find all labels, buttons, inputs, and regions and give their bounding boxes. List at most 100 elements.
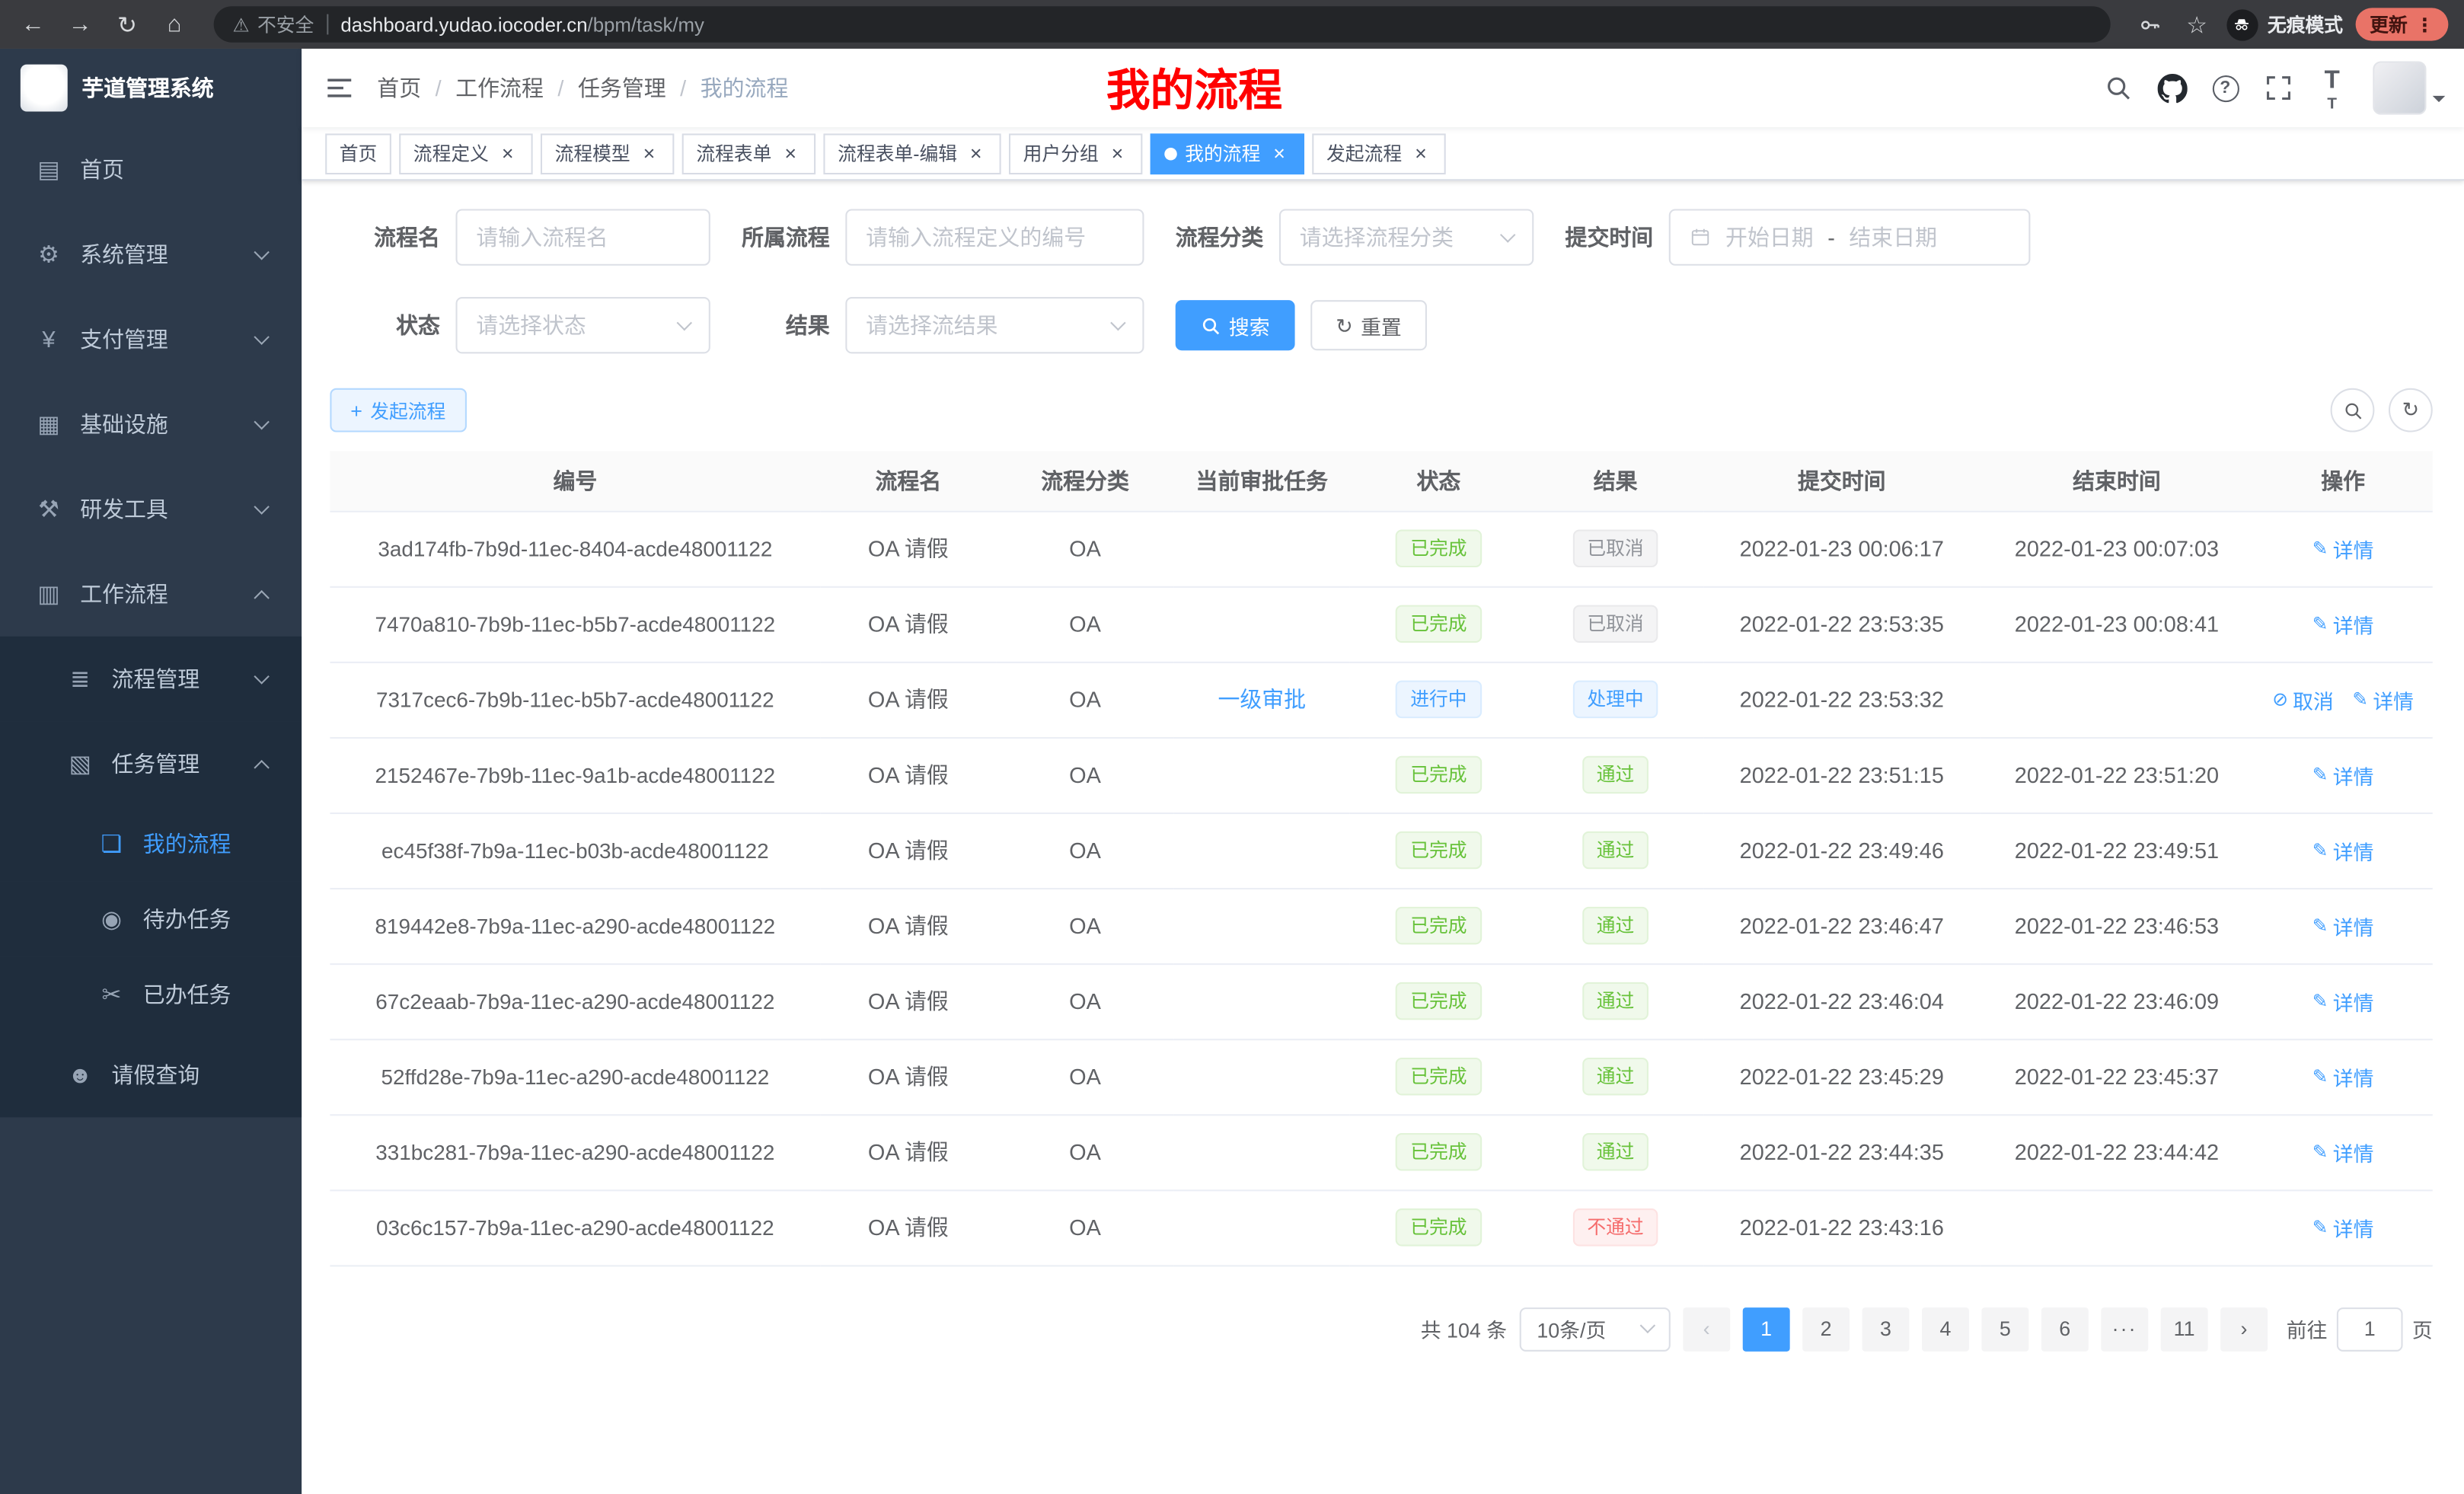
sidebar-item-leave-query[interactable]: ☻ 请假查询 bbox=[0, 1033, 302, 1117]
user-menu[interactable] bbox=[2373, 61, 2445, 114]
update-label: 更新 bbox=[2370, 11, 2408, 37]
address-bar[interactable]: ⚠ 不安全 dashboard.yudao.iocoder.cn/bpm/tas… bbox=[214, 6, 2111, 42]
page-button-2[interactable]: 2 bbox=[1802, 1307, 1850, 1351]
sidebar-item-label: 支付管理 bbox=[80, 324, 168, 355]
close-icon[interactable]: × bbox=[1409, 142, 1431, 164]
cell-end-time: 2022-01-22 23:51:20 bbox=[1980, 737, 2253, 812]
breadcrumb-item-home[interactable]: 首页 bbox=[377, 72, 421, 104]
font-size-icon[interactable]: TT bbox=[2313, 68, 2351, 109]
cell-status: 已完成 bbox=[1350, 888, 1527, 963]
page-button-5[interactable]: 5 bbox=[1981, 1307, 2028, 1351]
jump-page-input[interactable] bbox=[2337, 1307, 2403, 1351]
close-icon[interactable]: × bbox=[965, 142, 987, 164]
sidebar-item-system[interactable]: ⚙ 系统管理 bbox=[0, 212, 302, 297]
page-button-4[interactable]: 4 bbox=[1922, 1307, 1969, 1351]
sidebar-item-devtools[interactable]: ⚒ 研发工具 bbox=[0, 467, 302, 551]
detail-button[interactable]: ✎详情 bbox=[2352, 685, 2414, 714]
back-button[interactable]: ← bbox=[16, 7, 50, 41]
home-button[interactable]: ⌂ bbox=[157, 7, 191, 41]
page-button-3[interactable]: 3 bbox=[1862, 1307, 1910, 1351]
detail-button[interactable]: ✎详情 bbox=[2312, 1137, 2374, 1167]
close-icon[interactable]: × bbox=[638, 142, 660, 164]
sidebar-item-todo-tasks[interactable]: ◉ 待办任务 bbox=[0, 882, 302, 957]
create-process-button[interactable]: + 发起流程 bbox=[330, 388, 466, 433]
breadcrumb-item-workflow[interactable]: 工作流程 bbox=[455, 72, 544, 104]
end-date-input[interactable] bbox=[1844, 225, 1942, 250]
prev-page-button[interactable]: ‹ bbox=[1683, 1307, 1730, 1351]
detail-button[interactable]: ✎详情 bbox=[2312, 1061, 2374, 1091]
start-date-input[interactable] bbox=[1721, 225, 1818, 250]
sidebar-item-infra[interactable]: ▦ 基础设施 bbox=[0, 382, 302, 467]
reset-button[interactable]: ↻ 重置 bbox=[1310, 300, 1427, 350]
cell-category: OA bbox=[996, 586, 1173, 662]
cell-actions: ✎详情 bbox=[2253, 888, 2432, 963]
tag-process-form[interactable]: 流程表单 × bbox=[682, 132, 815, 174]
close-icon[interactable]: × bbox=[780, 142, 802, 164]
refresh-table-button[interactable]: ↻ bbox=[2389, 388, 2433, 433]
close-icon[interactable]: × bbox=[1106, 142, 1128, 164]
submit-time-range[interactable]: - bbox=[1669, 209, 2031, 265]
cell-submit-time: 2022-01-22 23:45:29 bbox=[1703, 1039, 1980, 1114]
update-button[interactable]: 更新 ⋮ bbox=[2356, 8, 2449, 40]
status-select[interactable]: 请选择状态 bbox=[456, 297, 710, 353]
tag-label: 发起流程 bbox=[1326, 140, 1402, 167]
reload-button[interactable]: ↻ bbox=[110, 7, 144, 41]
chevron-icon bbox=[254, 759, 269, 774]
search-button[interactable]: 搜索 bbox=[1176, 300, 1295, 350]
forward-button[interactable]: → bbox=[63, 7, 97, 41]
page-size-select[interactable]: 10条/页 bbox=[1520, 1307, 1671, 1351]
refresh-icon: ↻ bbox=[2402, 397, 2420, 423]
category-label: 流程分类 bbox=[1176, 222, 1264, 253]
detail-button[interactable]: ✎详情 bbox=[2312, 986, 2374, 1016]
result-badge: 已取消 bbox=[1573, 530, 1658, 568]
page-more-button[interactable]: ··· bbox=[2101, 1307, 2148, 1351]
close-icon[interactable]: × bbox=[1269, 142, 1291, 164]
sidebar-item-my-process[interactable]: ❏ 我的流程 bbox=[0, 806, 302, 882]
tag-process-model[interactable]: 流程模型 × bbox=[541, 132, 674, 174]
detail-button[interactable]: ✎详情 bbox=[2312, 609, 2374, 639]
cell-process-name: OA 请假 bbox=[820, 737, 996, 812]
category-select[interactable]: 请选择流程分类 bbox=[1279, 209, 1534, 265]
hamburger-icon[interactable] bbox=[302, 72, 377, 104]
detail-button[interactable]: ✎详情 bbox=[2312, 835, 2374, 865]
sidebar-item-task-mgmt[interactable]: ▧ 任务管理 bbox=[0, 721, 302, 806]
cancel-button[interactable]: ⊘取消 bbox=[2272, 685, 2334, 714]
password-key-icon[interactable] bbox=[2133, 7, 2167, 41]
detail-button[interactable]: ✎详情 bbox=[2312, 1212, 2374, 1242]
breadcrumb-item-task-mgmt[interactable]: 任务管理 bbox=[578, 72, 666, 104]
github-icon[interactable] bbox=[2153, 68, 2191, 109]
tag-process-form-edit[interactable]: 流程表单-编辑 × bbox=[824, 132, 1001, 174]
next-page-button[interactable]: › bbox=[2220, 1307, 2268, 1351]
parent-process-input[interactable] bbox=[866, 225, 1123, 250]
page-button-6[interactable]: 6 bbox=[2041, 1307, 2089, 1351]
detail-button[interactable]: ✎详情 bbox=[2312, 911, 2374, 940]
detail-button[interactable]: ✎详情 bbox=[2312, 534, 2374, 563]
result-select[interactable]: 请选择流结果 bbox=[845, 297, 1144, 353]
bookmark-star-icon[interactable]: ☆ bbox=[2179, 7, 2213, 41]
tag-start-process[interactable]: 发起流程 × bbox=[1312, 132, 1445, 174]
hide-search-button[interactable] bbox=[2331, 388, 2375, 433]
cell-process-id: 3ad174fb-7b9d-11ec-8404-acde48001122 bbox=[330, 511, 820, 586]
detail-button[interactable]: ✎详情 bbox=[2312, 760, 2374, 790]
tag-home[interactable]: 首页 bbox=[325, 132, 391, 174]
url-path: /bpm/task/my bbox=[588, 14, 704, 36]
sidebar-item-payment[interactable]: ¥ 支付管理 bbox=[0, 297, 302, 381]
process-name-input[interactable] bbox=[476, 225, 690, 250]
tag-process-definition[interactable]: 流程定义 × bbox=[399, 132, 532, 174]
tag-my-process[interactable]: 我的流程 × bbox=[1151, 132, 1304, 174]
page-button-11[interactable]: 11 bbox=[2161, 1307, 2208, 1351]
help-icon[interactable]: ? bbox=[2207, 68, 2245, 109]
tag-user-group[interactable]: 用户分组 × bbox=[1009, 132, 1142, 174]
search-icon[interactable] bbox=[2099, 68, 2137, 109]
cell-category: OA bbox=[996, 1039, 1173, 1114]
app-logo[interactable]: 芋道管理系统 bbox=[0, 49, 302, 127]
fullscreen-icon[interactable] bbox=[2260, 68, 2298, 109]
sidebar-item-done-tasks[interactable]: ✂ 已办任务 bbox=[0, 957, 302, 1033]
sidebar-item-home[interactable]: ▤ 首页 bbox=[0, 127, 302, 212]
page-button-1[interactable]: 1 bbox=[1743, 1307, 1790, 1351]
task-link[interactable]: 一级审批 bbox=[1218, 687, 1306, 712]
avatar bbox=[2373, 61, 2426, 114]
sidebar-item-workflow[interactable]: ▥ 工作流程 bbox=[0, 551, 302, 636]
close-icon[interactable]: × bbox=[496, 142, 519, 164]
sidebar-item-process-mgmt[interactable]: ≣ 流程管理 bbox=[0, 637, 302, 721]
